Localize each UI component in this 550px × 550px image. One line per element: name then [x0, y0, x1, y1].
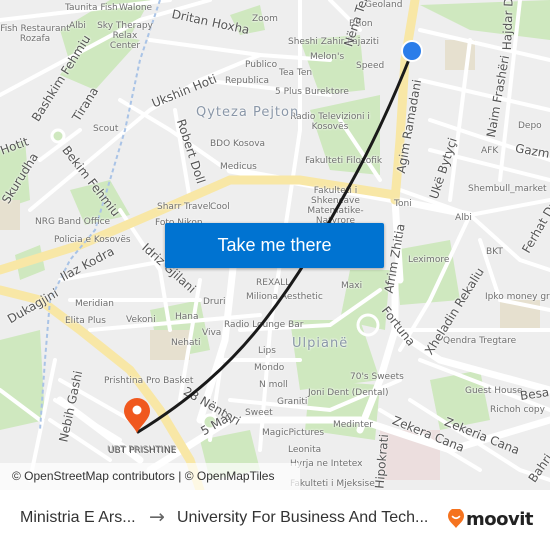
take-me-there-button[interactable]: Take me there — [165, 223, 384, 268]
map-attribution: © OpenStreetMap contributors | © OpenMap… — [0, 463, 300, 490]
attribution-text[interactable]: © OpenStreetMap contributors | © OpenMap… — [12, 469, 274, 483]
origin-marker[interactable] — [401, 40, 423, 62]
moovit-logo[interactable]: moovit — [448, 508, 534, 530]
moovit-pin-icon — [448, 509, 464, 528]
map-view[interactable]: Taunita Fish Walone Fish Restaurant Roza… — [0, 0, 550, 490]
destination-name: University For Business And Tech... — [177, 509, 429, 526]
origin-name: Ministria E Ars... — [20, 509, 136, 526]
destination-label: UBT PRISHTINE — [108, 446, 177, 456]
origin-marker-dot — [403, 42, 421, 60]
moovit-wordmark: moovit — [466, 508, 534, 530]
arrow-right-icon: → — [149, 506, 165, 528]
route-footer: Ministria E Ars... → University For Busi… — [0, 490, 550, 550]
